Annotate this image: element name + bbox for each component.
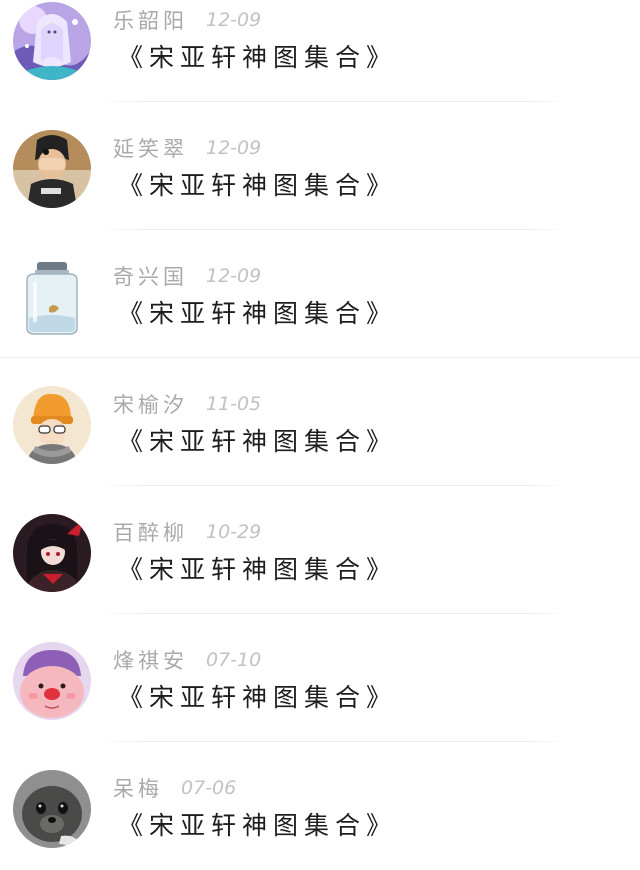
comment-text: 《宋亚轩神图集合》	[118, 299, 398, 328]
comment-item[interactable]: 乐韶阳 12-09 《宋亚轩神图集合》	[0, 0, 640, 102]
comment-date: 11-05	[206, 393, 262, 415]
comment-meta: 烽祺安 07-10	[113, 646, 261, 674]
comment-text: 《宋亚轩神图集合》	[118, 171, 398, 200]
comment-text: 《宋亚轩神图集合》	[118, 811, 398, 840]
seal-avatar[interactable]	[13, 770, 91, 848]
username[interactable]: 百醉柳	[113, 517, 188, 547]
comment-date: 12-09	[206, 265, 262, 287]
username[interactable]: 烽祺安	[113, 645, 188, 675]
comment-date: 07-06	[181, 777, 237, 799]
comment-text: 《宋亚轩神图集合》	[118, 427, 398, 456]
boy-covering-face-avatar[interactable]	[13, 130, 91, 208]
comment-text: 《宋亚轩神图集合》	[118, 683, 398, 712]
username[interactable]: 奇兴国	[113, 261, 188, 291]
comment-item[interactable]: 延笑翠 12-09 《宋亚轩神图集合》	[0, 102, 640, 230]
comment-meta: 呆梅 07-06	[113, 774, 236, 802]
username[interactable]: 呆梅	[113, 773, 163, 803]
comment-date: 10-29	[206, 521, 262, 543]
comment-date: 07-10	[206, 649, 262, 671]
comment-date: 12-09	[206, 9, 262, 31]
glass-jar-avatar[interactable]	[13, 258, 91, 336]
dark-anime-girl-avatar[interactable]	[13, 514, 91, 592]
comment-item[interactable]: 百醉柳 10-29 《宋亚轩神图集合》	[0, 486, 640, 614]
pink-plush-creature-avatar[interactable]	[13, 642, 91, 720]
comment-meta: 宋榆汐 11-05	[113, 390, 261, 418]
girl-orange-hat-avatar[interactable]	[13, 386, 91, 464]
comment-text: 《宋亚轩神图集合》	[118, 555, 398, 584]
comment-meta: 延笑翠 12-09	[113, 134, 261, 162]
comment-item[interactable]: 奇兴国 12-09 《宋亚轩神图集合》	[0, 230, 640, 358]
username[interactable]: 延笑翠	[113, 133, 188, 163]
comment-date: 12-09	[206, 137, 262, 159]
comment-text: 《宋亚轩神图集合》	[118, 43, 398, 72]
comment-item[interactable]: 呆梅 07-06 《宋亚轩神图集合》	[0, 742, 640, 870]
username[interactable]: 宋榆汐	[113, 389, 188, 419]
comment-item[interactable]: 烽祺安 07-10 《宋亚轩神图集合》	[0, 614, 640, 742]
comment-meta: 乐韶阳 12-09	[113, 6, 261, 34]
anime-girl-purple-avatar[interactable]	[13, 2, 91, 80]
comment-meta: 奇兴国 12-09	[113, 262, 261, 290]
username[interactable]: 乐韶阳	[113, 5, 188, 35]
comment-list: 乐韶阳 12-09 《宋亚轩神图集合》 延笑翠 12-09 《宋亚轩神图集合》	[0, 0, 640, 870]
comment-meta: 百醉柳 10-29	[113, 518, 261, 546]
comment-item[interactable]: 宋榆汐 11-05 《宋亚轩神图集合》	[0, 358, 640, 486]
